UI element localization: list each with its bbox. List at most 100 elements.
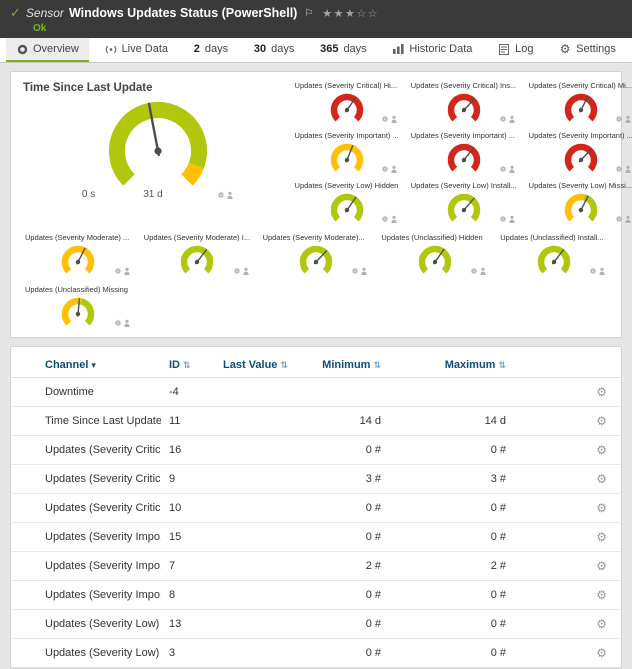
column-header-minimum[interactable]: Minimum⇅ [301,351,389,378]
channel-gauge-actions[interactable] [589,266,606,278]
gauge-action-icons[interactable] [381,165,398,173]
column-header-maximum[interactable]: Maximum⇅ [389,351,514,378]
gear-icon[interactable] [233,268,239,274]
user-icon[interactable] [509,216,514,223]
gauge-action-icons[interactable] [615,165,632,173]
channel-gauge[interactable]: Updates (Unclassified) Hidden [379,232,490,279]
channel-gauge[interactable]: Updates (Unclassified) Install... [498,232,609,279]
user-icon[interactable] [243,268,248,275]
user-icon[interactable] [625,116,630,123]
tab-overview[interactable]: Overview [6,38,89,62]
channel-gauge-actions[interactable] [499,164,516,176]
channel-gauge-actions[interactable] [499,114,516,126]
gear-icon[interactable] [471,268,477,274]
gear-icon[interactable] [115,268,121,274]
channel-gauge[interactable]: Updates (Severity Important) ... [527,130,632,177]
gear-icon[interactable] [616,116,622,122]
tab-365-days[interactable]: 365days [310,38,377,62]
channel-gauge-actions[interactable] [470,266,487,278]
column-header-last-value[interactable]: Last Value⇅ [209,351,301,378]
channel-gauge-actions[interactable] [499,214,516,226]
gauge-action-icons[interactable] [615,115,632,123]
channel-settings-icon[interactable]: ⚙ [596,588,607,602]
gear-icon[interactable] [499,116,505,122]
gauge-action-icons[interactable] [589,267,606,275]
channel-gauge[interactable]: Updates (Severity Important) ... [409,130,519,177]
channel-settings-icon[interactable]: ⚙ [596,414,607,428]
user-icon[interactable] [124,268,129,275]
tab-live-data[interactable]: Live Data [95,38,178,62]
channel-gauge-actions[interactable] [615,164,632,176]
gear-icon[interactable] [499,216,505,222]
channel-gauge[interactable]: Updates (Severity Moderate) I... [142,232,253,279]
channel-gauge[interactable]: Updates (Severity Low) Install... [409,180,519,227]
tab-2-days[interactable]: 2days [184,38,238,62]
gauge-action-icons[interactable] [615,215,632,223]
channel-gauge[interactable]: Updates (Severity Critical) Mi... [527,80,632,127]
channel-gauge-actions[interactable] [351,266,368,278]
gauge-action-icons[interactable] [499,165,516,173]
user-icon[interactable] [362,268,367,275]
gauge-action-icons[interactable] [470,267,487,275]
channel-gauge[interactable]: Updates (Severity Critical) Ins... [409,80,519,127]
user-icon[interactable] [625,216,630,223]
user-icon[interactable] [391,216,396,223]
channel-settings-icon[interactable]: ⚙ [596,385,607,399]
channel-gauge[interactable]: Updates (Severity Moderate)... [261,232,372,279]
gear-icon[interactable] [352,268,358,274]
channel-gauge-actions[interactable] [381,114,398,126]
gear-icon[interactable] [616,216,622,222]
gear-icon[interactable] [382,166,388,172]
gauge-action-icons[interactable] [233,267,250,275]
tab-historic-data[interactable]: Historic Data [382,38,482,62]
user-icon[interactable] [481,268,486,275]
user-icon[interactable] [124,320,129,327]
channel-gauge-actions[interactable] [114,266,131,278]
channel-gauge[interactable]: Updates (Unclassified) Missing [23,284,134,331]
channel-gauge-actions[interactable] [381,214,398,226]
channel-gauge-actions[interactable] [615,114,632,126]
gauge-action-icons[interactable] [114,267,131,275]
user-icon[interactable] [227,191,232,198]
user-icon[interactable] [391,116,396,123]
user-icon[interactable] [625,166,630,173]
priority-stars[interactable]: ★★★☆☆ [322,7,379,20]
channel-gauge[interactable]: Updates (Severity Low) Missi... [527,180,632,227]
gear-icon[interactable] [382,116,388,122]
gauge-action-icons[interactable] [499,115,516,123]
column-header-channel[interactable]: Channel▾ [11,351,161,378]
gear-icon[interactable] [499,166,505,172]
channel-settings-icon[interactable]: ⚙ [596,472,607,486]
user-icon[interactable] [509,166,514,173]
channel-settings-icon[interactable]: ⚙ [596,646,607,660]
gear-icon[interactable] [616,166,622,172]
tab-30-days[interactable]: 30days [244,38,305,62]
gauge-action-icons[interactable] [351,267,368,275]
channel-gauge[interactable]: Updates (Severity Important) ... [293,130,401,177]
gear-icon[interactable] [217,191,223,197]
channel-settings-icon[interactable]: ⚙ [596,617,607,631]
user-icon[interactable] [599,268,604,275]
channel-gauge[interactable]: Updates (Severity Critical) Hi... [293,80,401,127]
channel-settings-icon[interactable]: ⚙ [596,501,607,515]
channel-settings-icon[interactable]: ⚙ [596,530,607,544]
tab-settings[interactable]: ⚙Settings [549,38,626,62]
user-icon[interactable] [391,166,396,173]
gauge-action-icons[interactable] [381,215,398,223]
tab-log[interactable]: Log [488,38,543,62]
channel-gauge-actions[interactable] [615,214,632,226]
main-gauge-actions[interactable] [217,191,234,199]
column-header-id[interactable]: ID⇅ [161,351,209,378]
gauge-action-icons[interactable] [499,215,516,223]
channel-settings-icon[interactable]: ⚙ [596,559,607,573]
gear-icon[interactable] [590,268,596,274]
channel-gauge-actions[interactable] [114,318,131,330]
user-icon[interactable] [509,116,514,123]
channel-settings-icon[interactable]: ⚙ [596,443,607,457]
flag-icon[interactable]: ⚐ [304,8,313,19]
channel-gauge-actions[interactable] [381,164,398,176]
gauge-action-icons[interactable] [381,115,398,123]
gear-icon[interactable] [382,216,388,222]
gauge-action-icons[interactable] [217,191,234,199]
gear-icon[interactable] [115,320,121,326]
